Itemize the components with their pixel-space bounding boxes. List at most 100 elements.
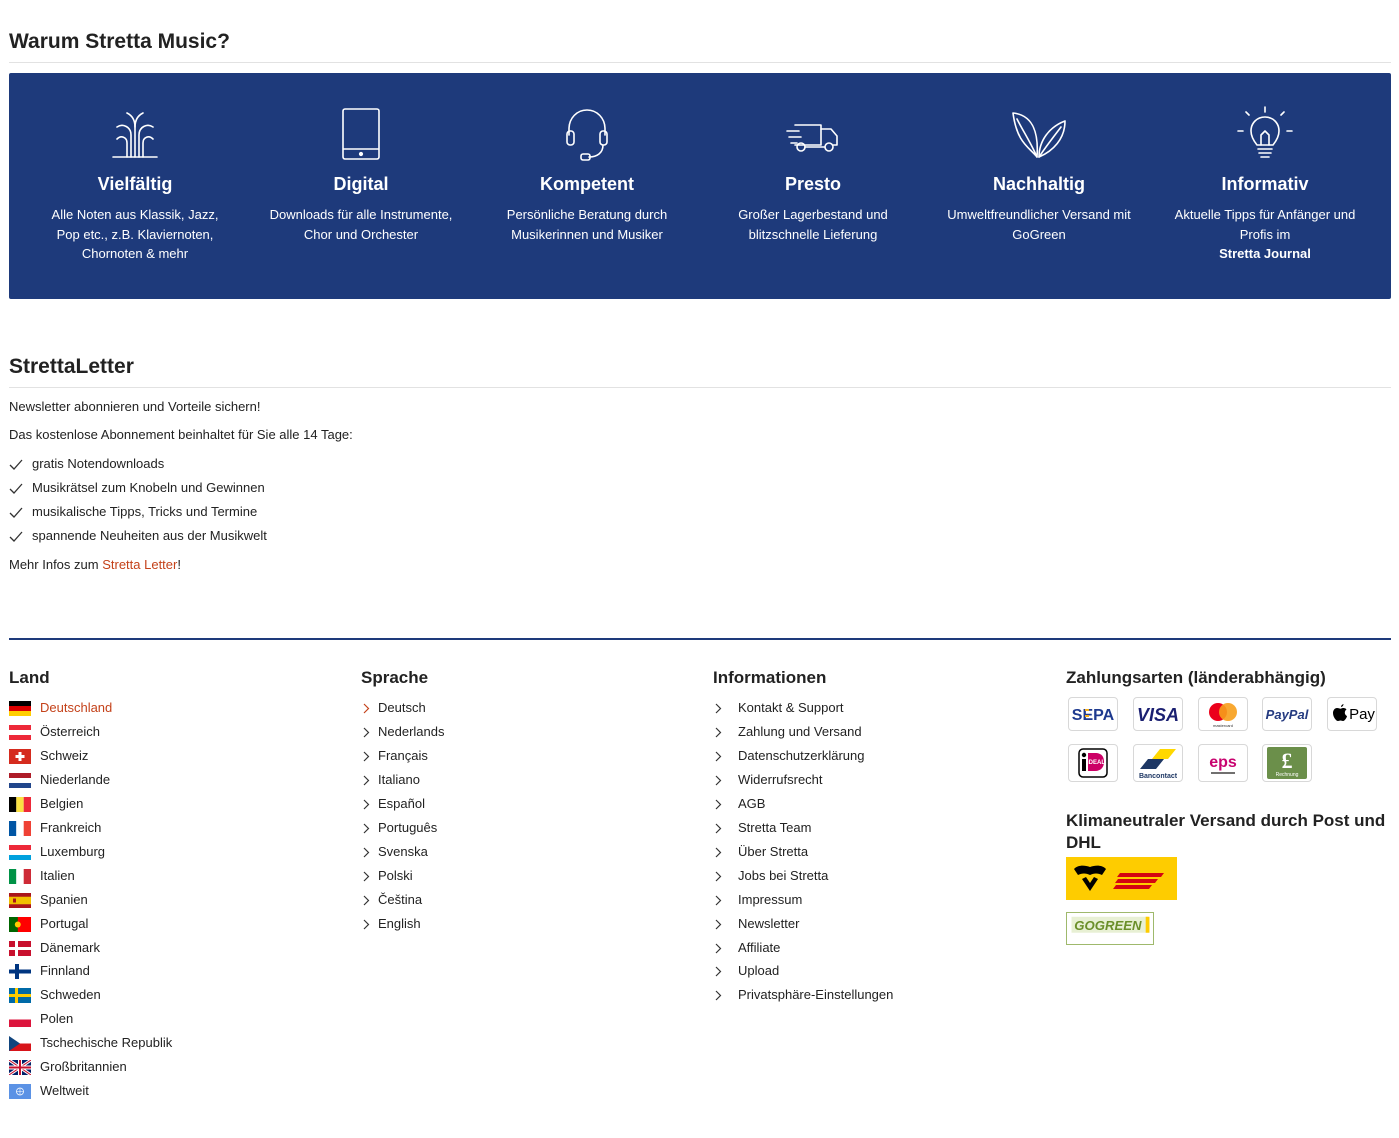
mastercard-logo: mastercard <box>1198 697 1248 731</box>
info-label: AGB <box>738 795 766 811</box>
flag-dk-icon <box>9 940 31 956</box>
svg-text:mastercard: mastercard <box>1213 723 1233 728</box>
stretta-letter-link[interactable]: Stretta Letter <box>102 557 177 572</box>
chevron-right-icon <box>715 847 722 858</box>
feature-title: Digital <box>333 174 389 194</box>
chevron-right-icon <box>363 847 370 858</box>
info-label: Upload <box>738 963 780 979</box>
language-label: Čeština <box>378 891 423 907</box>
language-label: Italiano <box>378 771 420 787</box>
feature-desc: Downloads für alle Instrumente, Chor und… <box>269 207 453 242</box>
chevron-right-icon <box>715 943 722 953</box>
features-banner: Vielfältig Alle Noten aus Klassik, Jazz,… <box>9 73 1391 299</box>
svg-text:Bancontact: Bancontact <box>1139 773 1178 780</box>
country-label: Österreich <box>40 723 100 739</box>
info-label: Newsletter <box>738 915 800 931</box>
country-label: Finnland <box>40 963 90 979</box>
flag-un-icon <box>9 1084 31 1100</box>
chevron-right-icon <box>715 919 722 929</box>
divider <box>9 62 1391 63</box>
gogreen-logo: GOGREEN <box>1066 912 1154 945</box>
language-label: Svenska <box>378 843 428 859</box>
chevron-right-icon <box>715 823 722 834</box>
chevron-right-icon <box>363 703 370 714</box>
eps-logo: eps <box>1198 744 1248 782</box>
flag-lu-icon <box>9 844 31 860</box>
flag-fi-icon <box>9 964 31 980</box>
chevron-right-icon <box>715 990 722 1001</box>
info-label: Affiliate <box>738 939 781 955</box>
feature-title: Nachhaltig <box>992 174 1085 194</box>
ideal-logo: iDEAL <box>1068 744 1118 782</box>
svg-text:SEPA: SEPA <box>1072 707 1115 724</box>
feature-desc: Großer Lagerbestand und blitzschnelle Li… <box>738 207 888 242</box>
svg-text:iDEAL: iDEAL <box>1087 760 1105 766</box>
svg-text:VISA: VISA <box>1137 705 1179 725</box>
flag-gb-icon <box>9 1060 31 1076</box>
flag-se-icon <box>9 988 31 1004</box>
truck-icon <box>783 105 843 165</box>
chevron-right-icon <box>715 967 722 977</box>
country-label: Dänemark <box>40 939 100 955</box>
country-label: Großbritannien <box>40 1059 127 1075</box>
country-label: Luxemburg <box>40 843 106 859</box>
chevron-right-icon <box>363 919 370 929</box>
feature-title: Presto <box>784 174 842 194</box>
headset-icon <box>557 105 617 165</box>
info-label: Impressum <box>738 891 803 907</box>
flag-it-icon <box>9 868 31 884</box>
applepay-logo: Pay <box>1327 697 1377 731</box>
rechnung-logo: £ Rechnung <box>1262 744 1312 782</box>
country-label: Belgien <box>40 795 84 811</box>
country-label: Frankreich <box>40 819 102 835</box>
chevron-right-icon <box>363 799 370 810</box>
flag-es-icon <box>9 892 31 908</box>
info-label: Über Stretta <box>738 843 809 859</box>
leaves-icon <box>1009 105 1069 165</box>
country-label: Italien <box>40 867 75 883</box>
section-title-newsletter: StrettaLetter <box>9 355 134 378</box>
info-label: Kontakt & Support <box>738 700 844 715</box>
country-label: Niederlande <box>40 771 111 787</box>
feature-desc: Umweltfreundlicher Versand mit GoGreen <box>947 207 1131 242</box>
chevron-right-icon <box>363 775 370 786</box>
language-label: Français <box>378 747 428 763</box>
country-label: Polen <box>40 1011 74 1027</box>
flag-at-icon <box>9 724 31 740</box>
country-label: Schweden <box>40 987 101 1003</box>
fountain-icon <box>105 105 165 165</box>
chevron-right-icon <box>715 871 722 882</box>
sepa-logo: SEPA <box>1068 697 1118 731</box>
flag-pt-icon <box>9 916 31 932</box>
divider <box>9 387 1391 388</box>
stretta-journal-link[interactable]: Stretta Journal <box>1158 244 1372 264</box>
country-label: Tschechische Republik <box>40 1035 173 1051</box>
feature-desc: Alle Noten aus Klassik, Jazz, Pop etc., … <box>51 207 219 261</box>
info-title: Informationen <box>713 668 827 687</box>
svg-text:£: £ <box>1282 748 1293 773</box>
more-suffix: ! <box>177 557 181 572</box>
benefit-text: spannende Neuheiten aus der Musikwelt <box>32 528 267 543</box>
flag-fr-icon <box>9 820 31 836</box>
chevron-right-icon <box>715 703 722 714</box>
chevron-right-icon <box>363 895 370 906</box>
visa-logo: VISA <box>1133 697 1183 731</box>
info-label: Privatsphäre-Einstellungen <box>738 987 894 1003</box>
language-label: Nederlands <box>378 723 445 739</box>
chevron-right-icon <box>363 727 370 738</box>
svg-text:PayPal: PayPal <box>1266 707 1309 722</box>
check-icon <box>9 531 23 542</box>
tablet-icon <box>331 105 391 165</box>
flag-be-icon <box>9 796 31 812</box>
chevron-right-icon <box>715 799 722 810</box>
country-label: Weltweit <box>40 1083 89 1099</box>
country-label: Schweiz <box>40 747 89 763</box>
payment-title: Zahlungsarten (länderabhängig) <box>1066 668 1326 687</box>
svg-text:GOGREEN: GOGREEN <box>1074 918 1142 933</box>
feature-title: Informativ <box>1221 174 1309 194</box>
chevron-right-icon <box>715 727 722 738</box>
chevron-right-icon <box>363 751 370 762</box>
check-icon <box>9 483 23 494</box>
feature-desc-text: Aktuelle Tipps für Anfänger und Profis i… <box>1174 207 1356 242</box>
lightbulb-icon <box>1235 105 1295 165</box>
